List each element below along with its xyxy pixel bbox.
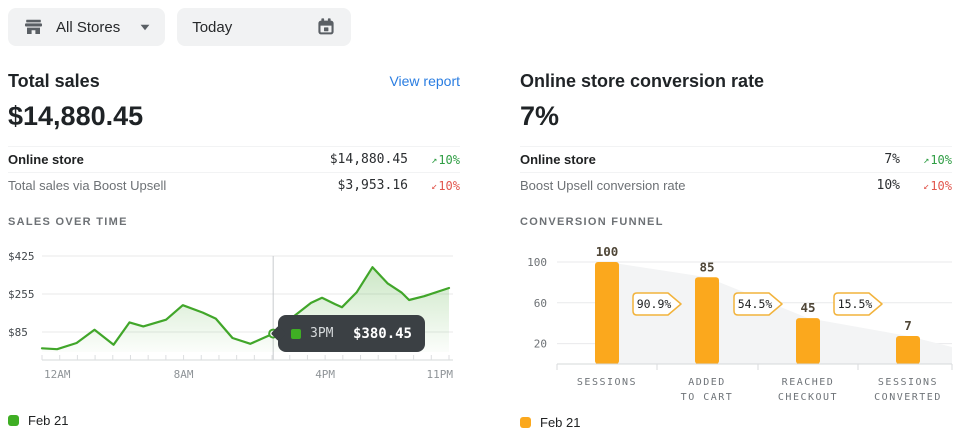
calendar-icon bbox=[316, 17, 336, 37]
trend-down-icon: ↙ bbox=[923, 181, 929, 192]
funnel-bar-3[interactable] bbox=[896, 336, 920, 364]
metric-row-boost-upsell-rate: Boost Upsell conversion rate 10% ↙10% bbox=[520, 172, 952, 198]
metric-label: Total sales via Boost Upsell bbox=[8, 178, 166, 193]
metric-delta: ↙10% bbox=[900, 179, 952, 193]
y-tick-label: 20 bbox=[534, 338, 547, 351]
conversion-rate-metrics: Online store 7% ↗10% Boost Upsell conver… bbox=[520, 146, 952, 198]
metric-delta: ↙10% bbox=[408, 179, 460, 193]
total-sales-panel: Total sales View report $14,880.45 Onlin… bbox=[8, 70, 460, 428]
sales-over-time-title: SALES OVER TIME bbox=[8, 216, 460, 229]
metric-label: Online store bbox=[520, 152, 596, 167]
conversion-rate-panel: Online store conversion rate 7% Online s… bbox=[520, 70, 952, 430]
funnel-category-label: TO CART bbox=[681, 392, 734, 403]
legend-label: Feb 21 bbox=[540, 415, 580, 430]
total-sales-big-value: $14,880.45 bbox=[8, 100, 460, 132]
view-report-link[interactable]: View report bbox=[389, 70, 460, 92]
conversion-funnel-title: CONVERSION FUNNEL bbox=[520, 216, 952, 229]
y-tick-label: $255 bbox=[8, 288, 35, 301]
funnel-bar-chart-svg: 100 60 20 100 85 45 7 90.9% 54.5% 15.5% SESSIONS AD… bbox=[520, 246, 952, 408]
tooltip-series-swatch bbox=[291, 329, 301, 339]
x-tick-label: 11PM bbox=[427, 368, 454, 381]
legend-swatch-orange bbox=[520, 417, 531, 428]
funnel-category-label: SESSIONS bbox=[878, 377, 938, 388]
store-icon bbox=[23, 17, 44, 38]
store-selector-button[interactable]: All Stores bbox=[8, 8, 165, 46]
legend-swatch-green bbox=[8, 415, 19, 426]
metric-row-online-store-rate: Online store 7% ↗10% bbox=[520, 146, 952, 172]
conversion-funnel-chart[interactable]: 100 60 20 100 85 45 7 90.9% 54.5% 15.5% SESSIONS AD… bbox=[520, 246, 952, 408]
metric-value: $14,880.45 bbox=[84, 152, 408, 167]
legend-label: Feb 21 bbox=[28, 413, 68, 428]
funnel-legend: Feb 21 bbox=[520, 415, 952, 430]
bar-value-label: 7 bbox=[904, 318, 912, 333]
conversion-rate-big-value: 7% bbox=[520, 100, 952, 132]
bar-value-label: 45 bbox=[800, 300, 815, 315]
y-tick-label: 60 bbox=[534, 297, 547, 310]
y-tick-label: 100 bbox=[527, 256, 547, 269]
funnel-bar-0[interactable] bbox=[595, 262, 619, 364]
conversion-badge: 15.5% bbox=[834, 293, 882, 315]
funnel-category-label: SESSIONS bbox=[577, 377, 637, 388]
funnel-bar-1[interactable] bbox=[695, 277, 719, 364]
bar-value-label: 85 bbox=[699, 259, 714, 274]
trend-up-icon: ↗ bbox=[431, 155, 437, 166]
date-selector-button[interactable]: Today bbox=[177, 8, 351, 46]
metric-value: $3,953.16 bbox=[166, 178, 408, 193]
metric-delta: ↗10% bbox=[900, 153, 952, 167]
funnel-bar-2[interactable] bbox=[796, 318, 820, 364]
analytics-dashboard: All Stores Today Total sales View report… bbox=[0, 0, 960, 431]
metric-delta: ↗10% bbox=[408, 153, 460, 167]
chart-tooltip: 3PM $380.45 bbox=[278, 315, 425, 352]
caret-down-icon bbox=[140, 24, 150, 31]
badge-label: 90.9% bbox=[637, 297, 672, 311]
y-tick-label: $85 bbox=[8, 326, 28, 339]
sales-legend: Feb 21 bbox=[8, 413, 460, 428]
tooltip-time: 3PM bbox=[310, 326, 333, 341]
total-sales-title: Total sales bbox=[8, 70, 100, 92]
trend-down-icon: ↙ bbox=[431, 181, 437, 192]
sales-over-time-chart[interactable]: $425 $255 $85 12AM 8AM 4PM 11PM 3PM $380.45 bbox=[8, 246, 460, 386]
metric-value: 7% bbox=[596, 152, 900, 167]
metric-row-boost-upsell-sales: Total sales via Boost Upsell $3,953.16 ↙… bbox=[8, 172, 460, 198]
x-tick-label: 12AM bbox=[44, 368, 71, 381]
metric-label: Boost Upsell conversion rate bbox=[520, 178, 685, 193]
trend-up-icon: ↗ bbox=[923, 155, 929, 166]
conversion-rate-title: Online store conversion rate bbox=[520, 70, 764, 92]
funnel-category-label: CONVERTED bbox=[874, 392, 942, 403]
x-tick-label: 8AM bbox=[174, 368, 194, 381]
total-sales-metrics: Online store $14,880.45 ↗10% Total sales… bbox=[8, 146, 460, 198]
bar-value-label: 100 bbox=[596, 244, 619, 259]
funnel-category-label: ADDED bbox=[688, 377, 726, 388]
funnel-category-label: CHECKOUT bbox=[778, 392, 838, 403]
x-tick-label: 4PM bbox=[315, 368, 335, 381]
topbar: All Stores Today bbox=[8, 8, 351, 46]
date-selector-label: Today bbox=[192, 19, 232, 36]
tooltip-value: $380.45 bbox=[353, 326, 412, 342]
metric-label: Online store bbox=[8, 152, 84, 167]
y-tick-label: $425 bbox=[8, 250, 35, 263]
store-selector-label: All Stores bbox=[56, 19, 120, 36]
badge-label: 54.5% bbox=[738, 297, 773, 311]
metric-row-online-store: Online store $14,880.45 ↗10% bbox=[8, 146, 460, 172]
funnel-category-label: REACHED bbox=[782, 377, 835, 388]
badge-label: 15.5% bbox=[838, 297, 873, 311]
metric-value: 10% bbox=[685, 178, 900, 193]
